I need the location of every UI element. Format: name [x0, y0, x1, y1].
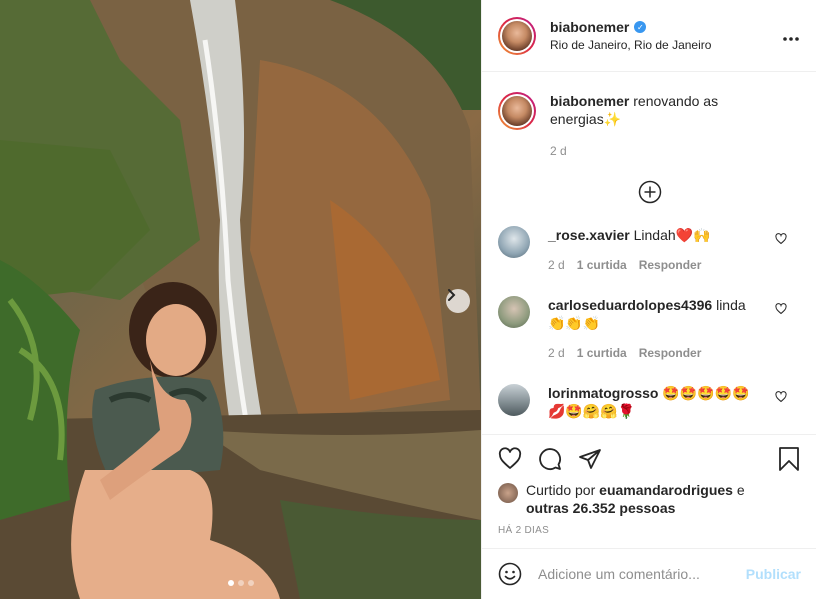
caption-avatar[interactable]: [498, 92, 536, 130]
post-actions: Curtido por euamandarodrigues e outras 2…: [482, 434, 816, 536]
comment-input[interactable]: [538, 566, 738, 582]
verified-badge-icon: ✓: [634, 21, 647, 33]
liker-avatar[interactable]: [498, 483, 518, 503]
caption-time: 2 d: [550, 144, 567, 158]
avatar[interactable]: [498, 226, 530, 258]
comment-reply-button[interactable]: Responder: [639, 256, 702, 274]
comment-text: Lindah❤️🙌: [633, 227, 711, 243]
comment-username[interactable]: _rose.xavier: [548, 227, 630, 243]
heart-icon[interactable]: [775, 302, 787, 318]
post-header: biabonemer ✓ Rio de Janeiro, Rio de Jane…: [482, 0, 816, 72]
publish-button[interactable]: Publicar: [746, 566, 801, 582]
post-timestamp[interactable]: HÁ 2 DIAS: [482, 525, 816, 536]
username-row: biabonemer ✓: [550, 19, 711, 35]
comment-reply-button[interactable]: Responder: [639, 344, 702, 362]
bookmark-save-icon[interactable]: [777, 446, 801, 475]
others-likes-link[interactable]: outras 26.352 pessoas: [526, 500, 675, 516]
carousel-indicator: [228, 580, 254, 586]
carousel-dot: [238, 580, 244, 586]
comment-item: _rose.xavier Lindah❤️🙌 2 d 1 curtida Res…: [498, 226, 801, 274]
carousel-dot: [228, 580, 234, 586]
emoji-icon[interactable]: [498, 562, 522, 586]
liked-by-prefix: Curtido por: [526, 482, 596, 498]
comment-time: 2 d: [548, 346, 565, 360]
comment-item: lorinmatogrosso 🤩🤩🤩🤩🤩💋🤩🤗🤗🌹: [498, 384, 801, 420]
comment-time: 2 d: [548, 258, 565, 272]
comment-bubble-icon[interactable]: [538, 447, 562, 471]
load-more-comments-button[interactable]: [498, 180, 801, 204]
avatar-image: [502, 20, 532, 51]
caption-username[interactable]: biabonemer: [550, 93, 629, 109]
chevron-right-icon: [448, 289, 456, 301]
add-comment-bar: Publicar: [482, 548, 816, 599]
comment-likes-link[interactable]: 1 curtida: [577, 256, 627, 274]
avatar[interactable]: [498, 16, 536, 55]
heart-icon[interactable]: [775, 390, 787, 406]
comment-likes-link[interactable]: 1 curtida: [577, 344, 627, 362]
waterfall-photo: [0, 0, 481, 599]
username-link[interactable]: biabonemer: [550, 19, 629, 35]
share-send-icon[interactable]: [578, 447, 602, 471]
avatar-image: [502, 96, 532, 126]
heart-icon[interactable]: [775, 232, 787, 248]
comments-list[interactable]: biabonemer renovando as energias✨ 2 d _r…: [482, 72, 816, 434]
avatar[interactable]: [498, 384, 530, 416]
comment-username[interactable]: lorinmatogrosso: [548, 385, 658, 401]
likes-summary: Curtido por euamandarodrigues e outras 2…: [482, 482, 816, 517]
like-heart-icon[interactable]: [498, 447, 522, 471]
liked-by-user-link[interactable]: euamandarodrigues: [599, 482, 733, 498]
avatar[interactable]: [498, 296, 530, 328]
comment-item: carloseduardolopes4396 linda👏👏👏 2 d 1 cu…: [498, 296, 801, 362]
post-sidebar: biabonemer ✓ Rio de Janeiro, Rio de Jane…: [481, 0, 816, 599]
more-options-icon[interactable]: [782, 26, 800, 47]
post-photo: [0, 0, 481, 599]
plus-circle-icon: [638, 180, 661, 204]
next-photo-button[interactable]: [446, 289, 470, 313]
location-link[interactable]: Rio de Janeiro, Rio de Janeiro: [550, 38, 711, 52]
caption: biabonemer renovando as energias✨ 2 d: [498, 92, 801, 160]
comment-username[interactable]: carloseduardolopes4396: [548, 297, 712, 313]
liked-by-connector: e: [736, 482, 745, 498]
carousel-dot: [248, 580, 254, 586]
